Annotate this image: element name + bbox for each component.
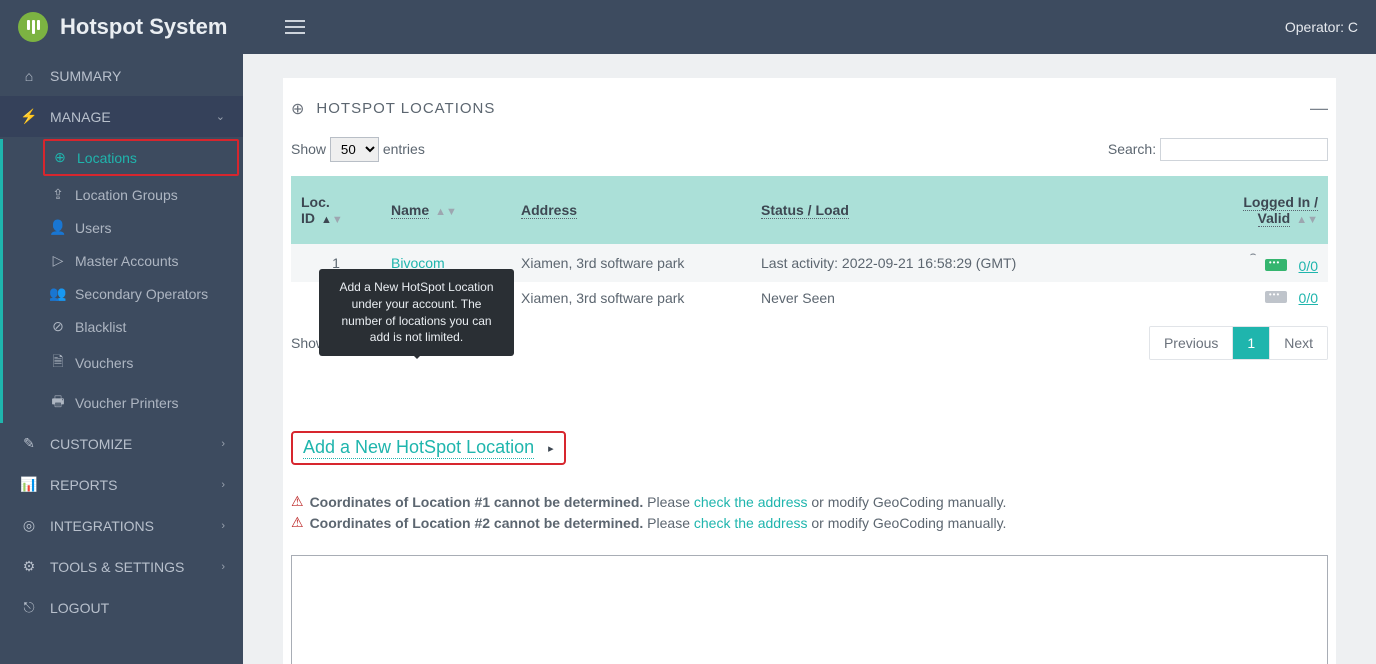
sidebar-submenu-manage: ⊕ Locations ⇪ Location Groups 👤 Users ▷ … <box>0 139 243 423</box>
col-loc-id[interactable]: Loc. ID▲▼ <box>291 176 381 244</box>
chevron-right-icon: › <box>221 520 225 532</box>
operator-label: Operator: C <box>1285 19 1358 35</box>
cell-status: Last activity: 2022-09-21 16:58:29 (GMT) <box>751 244 1178 282</box>
sidebar-item-blacklist[interactable]: ⊘ Blacklist <box>3 310 243 343</box>
entries-label: entries <box>383 141 425 157</box>
home-icon: ⌂ <box>18 68 40 84</box>
app-header: Hotspot System Operator: C <box>0 0 1376 54</box>
main-content: ⊕ HOTSPOT LOCATIONS — Show 50 entries Se <box>243 54 1376 664</box>
cell-address: Xiamen, 3rd software park <box>511 244 751 282</box>
warning-icon: ⚠ <box>291 514 304 531</box>
gear-icon: ⚙ <box>18 558 40 575</box>
warning-line: ⚠ Coordinates of Location #2 cannot be d… <box>291 514 1328 531</box>
add-location-link[interactable]: Add a New HotSpot Location <box>303 437 534 459</box>
chart-icon: 📊 <box>18 476 40 493</box>
sidebar-item-voucher-printers[interactable]: 🖶 Voucher Printers <box>3 383 243 423</box>
document-icon: 🗎 <box>49 351 67 375</box>
show-label: Show <box>291 141 326 157</box>
col-status[interactable]: Status / Load <box>751 176 1178 244</box>
pagination: Previous 1 Next <box>1149 326 1328 360</box>
sidebar-item-secondary-operators[interactable]: 👥 Secondary Operators <box>3 277 243 310</box>
minimize-icon[interactable]: — <box>1310 98 1328 119</box>
sidebar-item-locations[interactable]: ⊕ Locations <box>45 141 237 174</box>
check-address-link[interactable]: check the address <box>694 515 808 531</box>
chevron-right-icon: › <box>221 438 225 450</box>
cell-address: Xiamen, 3rd software park <box>511 282 751 314</box>
printer-icon: 🖶 <box>49 391 67 415</box>
highlight-box-locations: ⊕ Locations <box>43 139 239 176</box>
highlight-box-add-location: Add a New HotSpot Location ▸ <box>291 431 566 465</box>
cell-status: Never Seen <box>751 282 1178 314</box>
user-icon: 👤 <box>49 219 67 236</box>
brand-text: Hotspot System <box>60 14 227 40</box>
sidebar-item-master-accounts[interactable]: ▷ Master Accounts <box>3 244 243 277</box>
sidebar-item-users[interactable]: 👤 Users <box>3 211 243 244</box>
logo-icon <box>18 12 48 42</box>
arrow-right-icon: ▸ <box>548 442 554 455</box>
chevron-right-icon: › <box>221 561 225 573</box>
sidebar-item-manage[interactable]: ⚡ MANAGE ⌄ <box>0 96 243 137</box>
sidebar-item-customize[interactable]: ✎ CUSTOMIZE › <box>0 423 243 464</box>
search-input[interactable] <box>1160 138 1328 161</box>
bolt-icon: ⚡ <box>18 108 40 125</box>
sidebar-item-tools[interactable]: ⚙ TOOLS & SETTINGS › <box>0 546 243 587</box>
col-address[interactable]: Address <box>511 176 751 244</box>
sidebar-item-logout[interactable]: ⎋ LOGOUT <box>0 587 243 628</box>
pagination-page-1[interactable]: 1 <box>1232 327 1269 359</box>
sidebar-item-reports[interactable]: 📊 REPORTS › <box>0 464 243 505</box>
pagination-next[interactable]: Next <box>1269 327 1327 359</box>
map-container[interactable] <box>291 555 1328 664</box>
globe-icon: ⊕ <box>51 149 69 166</box>
cell-logged: ⌢ 0/0 <box>1178 244 1328 282</box>
search-label: Search: <box>1108 141 1156 157</box>
logout-icon: ⎋ <box>18 599 40 616</box>
edit-icon: ✎ <box>18 435 40 452</box>
col-logged[interactable]: Logged In / Valid▲▼ <box>1178 176 1328 244</box>
locations-panel: ⊕ HOTSPOT LOCATIONS — Show 50 entries Se <box>283 78 1336 664</box>
sidebar-item-location-groups[interactable]: ⇪ Location Groups <box>3 178 243 211</box>
globe-icon: ⊕ <box>291 99 304 119</box>
warning-icon: ⚠ <box>291 493 304 510</box>
play-icon: ▷ <box>49 252 67 269</box>
logged-link[interactable]: 0/0 <box>1299 258 1318 274</box>
integrations-icon: ◎ <box>18 517 40 534</box>
logged-link[interactable]: 0/0 <box>1299 290 1318 306</box>
pagination-previous[interactable]: Previous <box>1150 327 1232 359</box>
blacklist-icon: ⊘ <box>49 318 67 335</box>
upload-icon: ⇪ <box>49 186 67 203</box>
warnings-block: ⚠ Coordinates of Location #1 cannot be d… <box>291 493 1328 531</box>
brand: Hotspot System <box>18 12 305 42</box>
sidebar-item-vouchers[interactable]: 🗎 Vouchers <box>3 343 243 383</box>
chevron-down-icon: ⌄ <box>216 110 225 123</box>
sidebar-item-integrations[interactable]: ◎ INTEGRATIONS › <box>0 505 243 546</box>
users-icon: 👥 <box>49 285 67 302</box>
add-location-tooltip: Add a New HotSpot Location under your ac… <box>319 269 514 356</box>
router-icon <box>1265 259 1287 271</box>
menu-toggle-icon[interactable] <box>285 20 305 34</box>
chevron-right-icon: › <box>221 479 225 491</box>
sidebar: ⌂ SUMMARY ⚡ MANAGE ⌄ ⊕ Locations ⇪ Locat… <box>0 54 243 664</box>
router-icon <box>1265 291 1287 303</box>
col-name[interactable]: Name▲▼ <box>381 176 511 244</box>
check-address-link[interactable]: check the address <box>694 494 808 510</box>
entries-select[interactable]: 50 <box>330 137 379 162</box>
sidebar-item-summary[interactable]: ⌂ SUMMARY <box>0 56 243 96</box>
cell-logged: 0/0 <box>1178 282 1328 314</box>
warning-line: ⚠ Coordinates of Location #1 cannot be d… <box>291 493 1328 510</box>
panel-title: HOTSPOT LOCATIONS <box>316 100 495 117</box>
